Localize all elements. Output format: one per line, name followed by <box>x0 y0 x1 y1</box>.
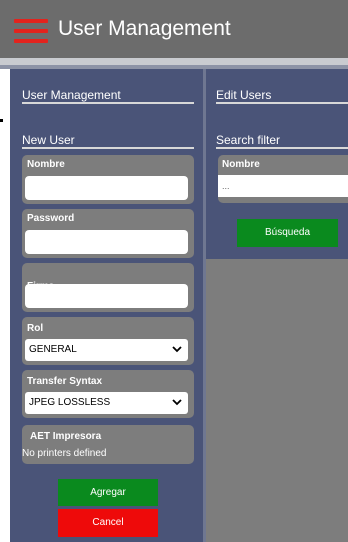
password-label: Password <box>27 213 75 224</box>
search-nombre-placeholder: ... <box>222 181 230 191</box>
aet-printer-card: AET Impresora No printers defined <box>22 425 194 464</box>
edge-marker <box>0 119 3 122</box>
tab-edit-users[interactable]: Edit Users <box>216 88 271 102</box>
aet-printer-label: AET Impresora <box>30 431 102 442</box>
search-nombre-input[interactable]: ... <box>218 175 348 197</box>
app-header: User Management <box>0 0 348 58</box>
section-title-new-user: New User <box>22 133 75 147</box>
aet-printer-value: No printers defined <box>22 448 107 459</box>
transfer-syntax-card: Transfer Syntax JPEG LOSSLESS <box>22 370 194 418</box>
section-underline <box>22 147 194 149</box>
transfer-syntax-select[interactable]: JPEG LOSSLESS <box>25 392 188 414</box>
right-panel-empty-area <box>206 259 348 542</box>
app-title: User Management <box>58 17 231 40</box>
chevron-down-icon <box>172 346 182 353</box>
password-input[interactable] <box>25 230 188 254</box>
section-underline <box>216 147 348 149</box>
rol-select[interactable]: GENERAL <box>25 339 188 361</box>
chevron-down-icon <box>172 399 182 406</box>
hamburger-icon[interactable] <box>14 19 48 43</box>
nombre-label: Nombre <box>27 159 65 170</box>
search-nombre-card: Nombre ... <box>218 155 348 203</box>
password-card: Password <box>22 209 194 258</box>
search-nombre-label: Nombre <box>222 159 260 170</box>
header-band <box>0 58 348 65</box>
nombre-input[interactable] <box>25 176 188 200</box>
add-user-button[interactable]: Agregar <box>58 479 158 506</box>
search-button[interactable]: Búsqueda <box>237 219 338 247</box>
nombre-card: Nombre <box>22 155 194 204</box>
tab-underline <box>216 102 348 104</box>
section-title-search-filter: Search filter <box>216 133 281 147</box>
cancel-button[interactable]: Cancel <box>58 509 158 537</box>
firma-input[interactable] <box>25 284 188 308</box>
rol-label: Rol <box>27 323 44 334</box>
firma-card: Firma <box>22 263 194 312</box>
transfer-syntax-label: Transfer Syntax <box>27 376 103 387</box>
rol-card: Rol GENERAL <box>22 317 194 365</box>
transfer-syntax-value: JPEG LOSSLESS <box>29 397 111 408</box>
tab-underline <box>22 102 194 104</box>
rol-select-value: GENERAL <box>29 344 77 355</box>
tab-user-management[interactable]: User Management <box>22 88 121 102</box>
